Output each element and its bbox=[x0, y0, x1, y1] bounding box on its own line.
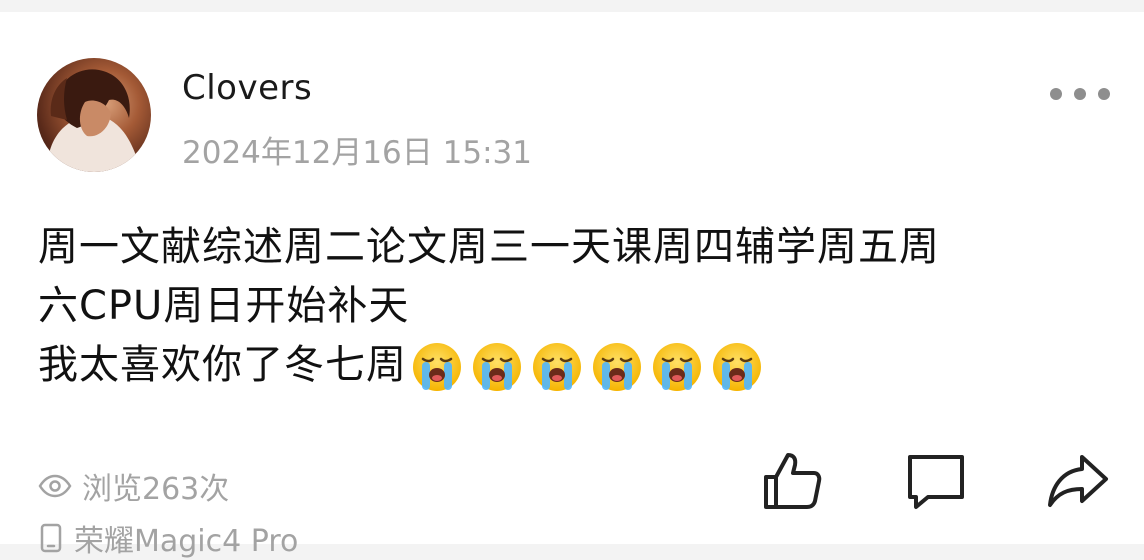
thumbs-up-icon bbox=[764, 453, 822, 509]
loudly-crying-face-icon bbox=[653, 343, 701, 391]
view-count-label: 浏览263次 bbox=[82, 472, 230, 507]
post-timestamp: 2024年12月16日 15:31 bbox=[182, 135, 532, 171]
comment-icon bbox=[908, 455, 964, 509]
post-content-line: 六CPU周日开始补天 bbox=[38, 283, 410, 329]
avatar-image bbox=[47, 69, 141, 172]
post-card: Clovers 2024年12月16日 15:31 周一文献综述周二论文周三一天… bbox=[0, 12, 1144, 559]
emoji-row bbox=[411, 341, 763, 393]
more-dot-icon bbox=[1098, 88, 1110, 100]
view-count: 浏览263次 bbox=[38, 464, 229, 508]
comment-button[interactable] bbox=[904, 449, 968, 513]
loudly-crying-face-icon bbox=[413, 343, 461, 391]
device-info: 荣耀Magic4 Pro bbox=[40, 516, 298, 560]
like-button[interactable] bbox=[760, 449, 824, 513]
loudly-crying-face-icon bbox=[473, 343, 521, 391]
post-content-line: 周一文献综述周二论文周三一天课周四辅学周五周 bbox=[38, 224, 940, 270]
more-dot-icon bbox=[1050, 88, 1062, 100]
more-options-button[interactable] bbox=[1050, 82, 1110, 106]
post-content-line-last: 我太喜欢你了冬七周 bbox=[38, 336, 1128, 395]
loudly-crying-face-icon bbox=[713, 343, 761, 391]
loudly-crying-face-icon bbox=[593, 343, 641, 391]
post-content-text: 我太喜欢你了冬七周 bbox=[38, 342, 407, 388]
device-label: 荣耀Magic4 Pro bbox=[74, 524, 299, 559]
more-dot-icon bbox=[1074, 88, 1086, 100]
eye-icon bbox=[38, 474, 72, 498]
avatar[interactable] bbox=[37, 58, 151, 172]
post-content: 周一文献综述周二论文周三一天课周四辅学周五周 六CPU周日开始补天 我太喜欢你了… bbox=[38, 218, 1128, 395]
share-icon bbox=[1048, 455, 1108, 507]
username[interactable]: Clovers bbox=[182, 68, 312, 108]
share-button[interactable] bbox=[1046, 449, 1110, 513]
loudly-crying-face-icon bbox=[533, 343, 581, 391]
phone-icon bbox=[40, 523, 62, 553]
